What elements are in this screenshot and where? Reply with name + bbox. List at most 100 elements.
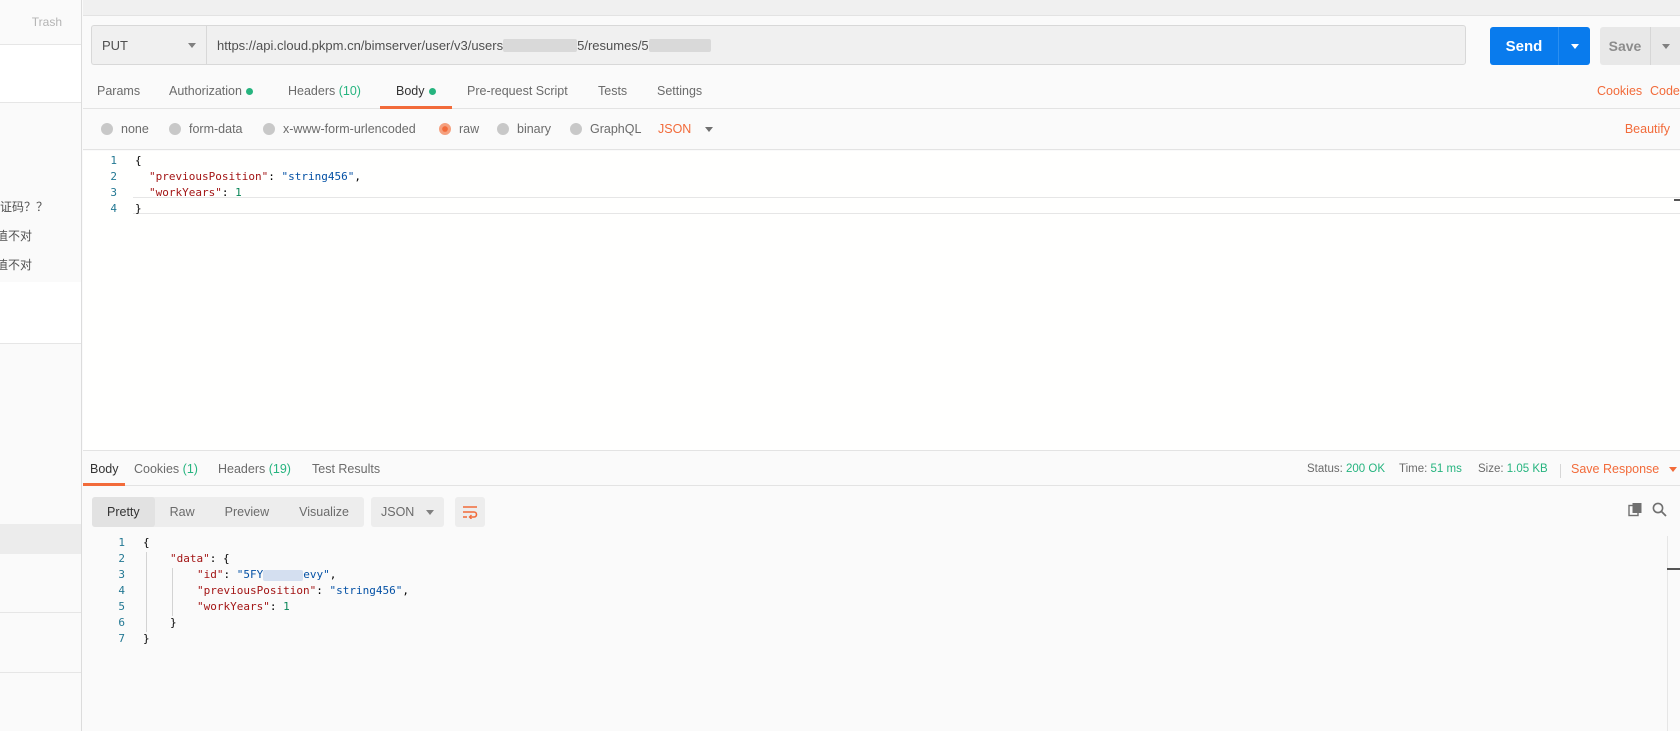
save-label: Save bbox=[1608, 38, 1642, 54]
redacted-segment bbox=[503, 38, 578, 52]
response-tabs: Body Cookies (1) Headers (19) Test Resul… bbox=[83, 452, 1680, 486]
sidebar-card[interactable] bbox=[0, 282, 81, 344]
response-size: Size: 1.05 KB bbox=[1478, 463, 1548, 475]
line-number: 7 bbox=[118, 632, 125, 645]
line-number: 1 bbox=[118, 536, 125, 549]
response-tab-body[interactable]: Body bbox=[90, 462, 119, 476]
editor-scroll-marker bbox=[1674, 199, 1680, 201]
tab-label: Body bbox=[396, 84, 425, 98]
tab-pre-request-script[interactable]: Pre-request Script bbox=[467, 84, 568, 98]
history-item-text: 值不对 bbox=[0, 229, 33, 243]
tab-tests[interactable]: Tests bbox=[598, 84, 627, 98]
response-tab-headers[interactable]: Headers (19) bbox=[218, 462, 291, 476]
radio-selected-icon bbox=[439, 123, 451, 135]
code-line: { bbox=[135, 154, 142, 167]
tab-label: Headers bbox=[218, 462, 266, 476]
tab-authorization[interactable]: Authorization bbox=[169, 84, 253, 98]
chevron-down-icon bbox=[426, 509, 434, 515]
sidebar-selected-item[interactable] bbox=[0, 524, 81, 554]
json-number: 1 bbox=[283, 600, 290, 613]
json-key: "data" bbox=[170, 552, 210, 565]
tab-count: (1) bbox=[182, 462, 198, 476]
view-visualize[interactable]: Visualize bbox=[284, 497, 364, 527]
trash-link[interactable]: Trash bbox=[0, 0, 81, 45]
chevron-down-icon bbox=[1661, 43, 1670, 49]
response-view-tabs: Pretty Raw Preview Visualize bbox=[92, 497, 364, 527]
tab-label: Authorization bbox=[169, 84, 242, 98]
copy-icon[interactable] bbox=[1628, 502, 1643, 520]
sidebar-card[interactable] bbox=[0, 45, 81, 103]
method-select[interactable]: PUT bbox=[91, 25, 206, 65]
radio-label: x-www-form-urlencoded bbox=[283, 122, 416, 136]
response-time: Time: 51 ms bbox=[1399, 463, 1462, 475]
line-number: 3 bbox=[110, 186, 117, 199]
postman-window: Trash 证码？？ 值不对 值不对 PUT https://api.cloud… bbox=[0, 0, 1680, 731]
response-status: Status: 200 OK bbox=[1307, 463, 1385, 475]
view-pretty[interactable]: Pretty bbox=[92, 497, 155, 527]
response-tab-test-results[interactable]: Test Results bbox=[312, 462, 380, 476]
status-dot-icon bbox=[245, 88, 253, 96]
size-label: Size: bbox=[1478, 463, 1504, 475]
tab-strip bbox=[83, 0, 1680, 16]
tab-headers[interactable]: Headers (10) bbox=[288, 84, 361, 98]
request-body-editor[interactable]: 1 2 3 4 { "previousPosition": "string456… bbox=[83, 151, 1680, 451]
indent-guide bbox=[146, 552, 147, 632]
tab-params[interactable]: Params bbox=[97, 84, 140, 98]
response-minimap[interactable] bbox=[1667, 536, 1680, 731]
size-value: 1.05 KB bbox=[1506, 463, 1548, 475]
indent-guide bbox=[172, 568, 173, 616]
radio-label: none bbox=[121, 122, 149, 136]
chevron-down-icon bbox=[705, 126, 714, 132]
line-number: 3 bbox=[118, 568, 125, 581]
sidebar-history-item[interactable]: 证码？？ bbox=[0, 198, 48, 215]
line-number: 2 bbox=[118, 552, 125, 565]
save-button[interactable]: Save bbox=[1600, 27, 1680, 65]
sidebar: Trash 证码？？ 值不对 值不对 bbox=[0, 0, 82, 731]
raw-format-select[interactable]: JSON bbox=[658, 122, 714, 136]
status-label: Status: bbox=[1307, 463, 1343, 475]
save-options-button[interactable] bbox=[1651, 43, 1680, 49]
search-icon[interactable] bbox=[1652, 502, 1667, 520]
status-dot-icon bbox=[428, 88, 436, 96]
active-tab-indicator bbox=[380, 106, 452, 109]
send-options-button[interactable] bbox=[1559, 43, 1590, 49]
line-number: 5 bbox=[118, 600, 125, 613]
radio-none[interactable]: none bbox=[101, 122, 149, 136]
tab-count: (10) bbox=[338, 84, 361, 98]
response-body-viewer[interactable]: 1 2 3 4 5 6 7 { "data": { "id": "5FY evy"… bbox=[83, 536, 1680, 731]
tab-count: (19) bbox=[268, 462, 291, 476]
code-link[interactable]: Code bbox=[1650, 84, 1680, 98]
line-number: 2 bbox=[110, 170, 117, 183]
radio-raw[interactable]: raw bbox=[439, 122, 479, 136]
radio-graphql[interactable]: GraphQL bbox=[570, 122, 641, 136]
beautify-link[interactable]: Beautify bbox=[1625, 122, 1670, 136]
line-number: 4 bbox=[118, 584, 125, 597]
response-format-select[interactable]: JSON bbox=[371, 497, 444, 527]
wrap-lines-button[interactable] bbox=[455, 497, 485, 527]
status-value: 200 OK bbox=[1346, 463, 1386, 475]
save-response-button[interactable]: Save Response bbox=[1571, 462, 1678, 476]
url-input[interactable]: https://api.cloud.pkpm.cn/bimserver/user… bbox=[206, 25, 1466, 65]
code-line: } bbox=[170, 616, 177, 629]
url-bar: PUT https://api.cloud.pkpm.cn/bimserver/… bbox=[91, 25, 1466, 67]
response-tab-cookies[interactable]: Cookies (1) bbox=[134, 462, 198, 476]
radio-binary[interactable]: binary bbox=[497, 122, 551, 136]
json-key: "workYears" bbox=[149, 186, 222, 199]
view-preview[interactable]: Preview bbox=[210, 497, 284, 527]
radio-label: raw bbox=[459, 122, 480, 136]
tab-settings[interactable]: Settings bbox=[657, 84, 702, 98]
send-button[interactable]: Send bbox=[1490, 27, 1590, 65]
json-key: "workYears" bbox=[197, 600, 270, 613]
code-token: { bbox=[135, 154, 142, 167]
view-raw[interactable]: Raw bbox=[155, 497, 210, 527]
cookies-link[interactable]: Cookies bbox=[1597, 84, 1642, 98]
redacted-segment bbox=[648, 38, 711, 52]
radio-icon bbox=[570, 123, 582, 135]
code-token: } bbox=[170, 616, 177, 629]
sidebar-history-item[interactable]: 值不对 bbox=[0, 227, 32, 244]
code-line: "workYears": 1 bbox=[197, 600, 290, 613]
radio-form-data[interactable]: form-data bbox=[169, 122, 243, 136]
tab-body[interactable]: Body bbox=[396, 84, 436, 98]
radio-urlencoded[interactable]: x-www-form-urlencoded bbox=[263, 122, 416, 136]
sidebar-history-item[interactable]: 值不对 bbox=[0, 256, 32, 273]
